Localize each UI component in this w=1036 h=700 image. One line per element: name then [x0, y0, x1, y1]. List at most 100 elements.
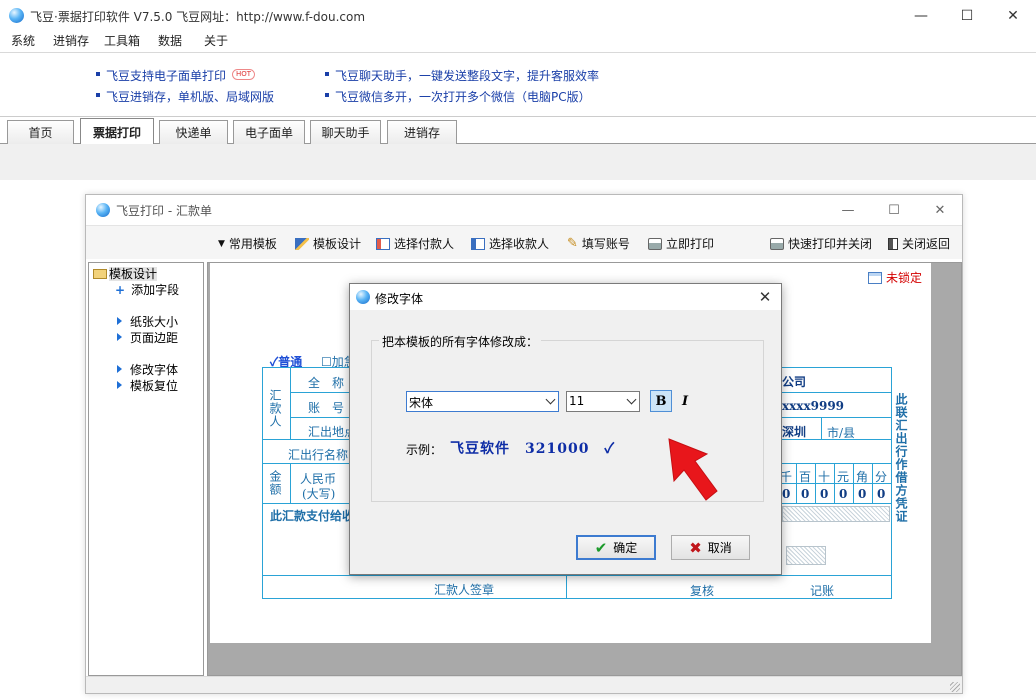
app-title: 飞豆·票据打印软件 V7.5.0 飞豆网址：http://www.f-dou.c… — [30, 10, 366, 24]
label-pay-to: 此汇款支付给收 — [270, 509, 355, 523]
menu-system[interactable]: 系统 — [11, 32, 35, 49]
promo-link-chat-helper[interactable]: 飞豆聊天助手，一键发送整段文字，提升客服效率 — [335, 67, 599, 84]
hatched-field — [782, 506, 890, 522]
hatched-field — [786, 546, 826, 565]
form-line — [815, 463, 816, 503]
form-line — [262, 367, 263, 599]
dialog-close-button[interactable]: ✕ — [748, 284, 782, 310]
dialog-titlebar: 修改字体 ✕ — [350, 284, 781, 310]
tab-inventory[interactable]: 进销存 — [387, 120, 457, 144]
menu-data[interactable]: 数据 — [158, 32, 182, 49]
font-size-select[interactable]: 11 — [566, 391, 640, 412]
label-city-county: 市/县 — [827, 426, 856, 440]
label-account: 账 号 — [308, 401, 345, 415]
select-payee-button[interactable]: 选择收款人 — [471, 235, 549, 252]
resize-grip-icon[interactable] — [950, 682, 960, 692]
arrow-right-icon — [117, 333, 122, 341]
child-minimize-button[interactable]: — — [825, 195, 871, 225]
select-payer-button[interactable]: 选择付款人 — [376, 235, 454, 252]
form-line — [834, 463, 835, 503]
menu-about[interactable]: 关于 — [204, 32, 228, 49]
form-line — [891, 367, 892, 599]
common-templates-button[interactable]: ▼ 常用模板 — [218, 235, 277, 252]
digit-value: 0 — [877, 487, 886, 501]
hot-badge: HOT — [232, 69, 256, 80]
digit-value: 0 — [858, 487, 867, 501]
fill-account-button[interactable]: ✎ 填写账号 — [567, 235, 630, 252]
bullet-icon — [325, 72, 329, 76]
label-bank-name: 汇出行名称 — [288, 448, 349, 462]
label-review: 复核 — [690, 584, 715, 598]
app-logo-icon — [356, 290, 370, 304]
lock-status[interactable]: 未锁定 — [868, 269, 922, 286]
tree-item-page-margin[interactable]: 页面边距 — [117, 329, 178, 346]
tree-item-change-font[interactable]: 修改字体 — [117, 361, 178, 378]
tab-receipt-print[interactable]: 票据打印 — [80, 118, 154, 145]
label-uppercase: (大写) — [302, 487, 336, 501]
pencil-ruler-icon — [295, 237, 309, 250]
form-line — [821, 417, 822, 439]
bold-toggle-button[interactable]: B — [650, 390, 672, 412]
tree-item-add-field[interactable]: + 添加字段 — [115, 281, 179, 298]
promo-link-wechat-multi[interactable]: 飞豆微信多开，一次打开多个微信（电脑PC版） — [335, 88, 591, 105]
close-button[interactable]: ✕ — [990, 0, 1036, 32]
close-return-button[interactable]: 关闭返回 — [888, 235, 950, 252]
plus-icon: + — [115, 283, 126, 297]
toolbar: ▼ 常用模板 模板设计 选择付款人 选择收款人 ✎ 填写账号 立即打印 快速打印… — [86, 225, 962, 259]
folder-icon — [93, 269, 107, 279]
menu-toolbox[interactable]: 工具箱 — [104, 32, 140, 49]
dialog-title: 修改字体 — [375, 292, 424, 306]
design-tree: 模板设计 + 添加字段 纸张大小 页面边距 修改字体 模板复位 — [88, 262, 204, 676]
form-line — [566, 575, 567, 599]
child-maximize-button[interactable]: ☐ — [871, 195, 917, 225]
menu-inventory[interactable]: 进销存 — [53, 32, 89, 49]
arrow-right-icon — [117, 317, 122, 325]
digit-header: 十 — [818, 470, 831, 484]
label-bookkeeping: 记账 — [810, 584, 835, 598]
ok-button[interactable]: ✔ 确定 — [576, 535, 656, 560]
digit-value: 0 — [820, 487, 829, 501]
promo-link-inventory[interactable]: 飞豆进销存，单机版、局域网版 — [106, 88, 274, 105]
digit-header: 角 — [856, 470, 869, 484]
quick-print-close-button[interactable]: 快速打印并关闭 — [770, 235, 872, 252]
chevron-down-icon — [626, 394, 637, 405]
print-now-button[interactable]: 立即打印 — [648, 235, 714, 252]
value-payee-account: xxxx9999 — [782, 399, 845, 413]
menu-bar: 系统 进销存 工具箱 数据 关于 — [0, 32, 1036, 52]
checkmark-icon: ✔ — [594, 538, 608, 557]
tab-e-waybill[interactable]: 电子面单 — [233, 120, 305, 144]
pencil-icon: ✎ — [567, 236, 578, 251]
form-line — [853, 463, 854, 503]
label-full-name: 全 称 — [308, 376, 345, 390]
remittance-window-title: 飞豆打印 - 汇款单 — [116, 204, 212, 218]
bullet-icon — [96, 93, 100, 97]
maximize-button[interactable]: ☐ — [944, 0, 990, 32]
form-line — [796, 463, 797, 503]
value-payee-city: 深圳 — [782, 425, 807, 439]
printer-icon — [770, 237, 784, 250]
child-close-button[interactable]: ✕ — [917, 195, 963, 225]
tab-home[interactable]: 首页 — [7, 120, 74, 144]
tab-chat-helper[interactable]: 聊天助手 — [310, 120, 381, 144]
cancel-button[interactable]: ✖ 取消 — [671, 535, 750, 560]
minimize-button[interactable]: — — [898, 0, 944, 32]
title-bar: 飞豆·票据打印软件 V7.5.0 飞豆网址：http://www.f-dou.c… — [0, 0, 1036, 32]
contact-card-icon — [376, 237, 390, 250]
font-name-select[interactable]: 宋体 — [406, 391, 559, 412]
font-group-label: 把本模板的所有字体修改成： — [379, 333, 542, 350]
red-pointer-arrow-icon — [668, 438, 718, 501]
digit-value: 0 — [782, 487, 791, 501]
tab-content-strip — [0, 144, 1036, 180]
change-font-dialog: 修改字体 ✕ 把本模板的所有字体修改成： 宋体 11 B I 示例： 飞豆软件 … — [349, 283, 782, 575]
tree-item-reset-template[interactable]: 模板复位 — [117, 377, 178, 394]
template-design-button[interactable]: 模板设计 — [295, 235, 361, 252]
label-amount: 金额 — [268, 470, 282, 496]
tree-item-paper-size[interactable]: 纸张大小 — [117, 313, 178, 330]
dropdown-arrow-icon: ▼ — [218, 238, 225, 249]
tree-root-template-design[interactable]: 模板设计 — [93, 265, 158, 282]
italic-toggle-button[interactable]: I — [674, 390, 696, 412]
promo-link-waybill[interactable]: 飞豆支持电子面单打印 — [106, 67, 226, 84]
tab-express[interactable]: 快递单 — [159, 120, 228, 144]
digit-value: 0 — [839, 487, 848, 501]
value-payee-company: 公司 — [782, 375, 807, 389]
